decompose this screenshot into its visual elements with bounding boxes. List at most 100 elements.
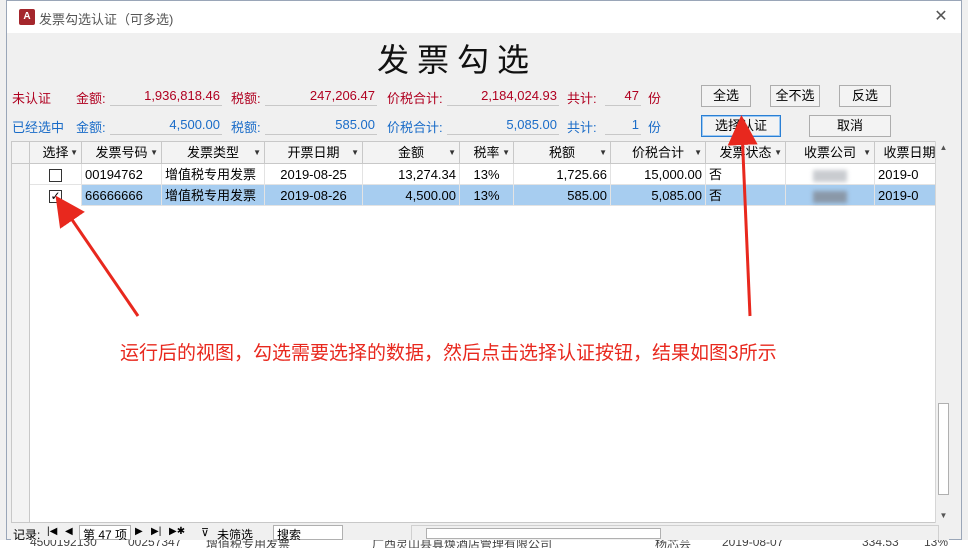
- bg-cell: 13%: [924, 540, 949, 548]
- col-number-label: 发票号码: [95, 145, 148, 160]
- dropdown-arrow-icon: ▼: [863, 148, 871, 157]
- col-status[interactable]: 发票状态 ▼: [706, 142, 786, 164]
- col-tax[interactable]: 税额 ▼: [514, 142, 611, 164]
- cell-date: 2019-08-25: [265, 164, 363, 185]
- selected-total-label: 价税合计:: [387, 120, 443, 135]
- cell-date: 2019-08-26: [265, 185, 363, 206]
- unverified-label: 未认证: [12, 91, 52, 106]
- table-row[interactable]: 00194762 增值税专用发票 2019-08-25 13,274.34 13…: [30, 164, 946, 185]
- cell-number: 00194762: [82, 164, 162, 185]
- dropdown-arrow-icon: ▼: [253, 148, 261, 157]
- unverified-amount-value: 1,936,818.46: [110, 88, 222, 106]
- col-type-label: 发票类型: [186, 145, 239, 160]
- col-select[interactable]: 选择 ▼: [30, 142, 82, 164]
- row-checkbox-unchecked[interactable]: [49, 169, 62, 183]
- col-date[interactable]: 开票日期 ▼: [265, 142, 363, 164]
- select-cell[interactable]: [30, 164, 82, 185]
- cell-rate: 13%: [460, 164, 514, 185]
- invoice-verify-window: A 发票勾选认证（可多选) ✕ 发票勾选 未认证 金额: 1,936,818.4…: [6, 0, 962, 542]
- select-cell[interactable]: ✓: [30, 185, 82, 206]
- table-row-selected[interactable]: ✓ 66666666 增值税专用发票 2019-08-26 4,500.00 1…: [30, 185, 946, 206]
- window-title: 发票勾选认证（可多选): [39, 12, 174, 27]
- col-date-label: 开票日期: [287, 145, 340, 160]
- col-rate[interactable]: 税率 ▼: [460, 142, 514, 164]
- dropdown-arrow-icon: ▼: [70, 148, 78, 157]
- col-total-label: 价税合计: [631, 145, 684, 160]
- cell-company-blurred: [786, 185, 875, 206]
- selected-unit: 份: [648, 120, 662, 135]
- next-record-icon[interactable]: ▶: [135, 526, 143, 537]
- bg-cell: 00257347: [128, 540, 182, 548]
- bg-cell: 334.53: [862, 540, 899, 548]
- bg-cell: 4500192130: [30, 540, 97, 548]
- record-selector-column[interactable]: [12, 142, 30, 522]
- selected-tax-value: 585.00: [265, 117, 377, 135]
- cell-tax: 585.00: [514, 185, 611, 206]
- cell-number: 66666666: [82, 185, 162, 206]
- col-tax-label: 税额: [548, 145, 575, 160]
- cell-type: 增值税专用发票: [162, 185, 265, 206]
- redacted-company-image: [813, 169, 847, 182]
- page-title: 发票勾选: [376, 41, 537, 79]
- invert-selection-button[interactable]: 反选: [839, 85, 891, 107]
- scroll-down-icon[interactable]: ▼: [936, 509, 951, 523]
- cell-status: 否: [706, 185, 786, 206]
- col-type[interactable]: 发票类型 ▼: [162, 142, 265, 164]
- col-number[interactable]: 发票号码 ▼: [82, 142, 162, 164]
- col-status-label: 发票状态: [719, 145, 772, 160]
- prev-record-icon[interactable]: ◀: [65, 526, 73, 537]
- horizontal-scrollbar[interactable]: [411, 525, 939, 541]
- selected-amount-value: 4,500.00: [110, 117, 222, 135]
- scroll-thumb[interactable]: [938, 403, 949, 495]
- bg-cell: 广西灵山县真焕酒店管理有限公司: [372, 540, 553, 548]
- scroll-up-icon[interactable]: ▲: [936, 141, 951, 155]
- table-header: 选择 ▼ 发票号码 ▼ 发票类型 ▼ 开票日期 ▼ 金额 ▼ 税率 ▼ 税额 ▼ 价税合计 ▼ …: [12, 142, 946, 164]
- unverified-total-value: 2,184,024.93: [447, 88, 559, 106]
- dropdown-arrow-icon: ▼: [351, 148, 359, 157]
- bg-cell: 杨芯芸: [655, 540, 692, 548]
- unverified-amount-label: 金额:: [76, 91, 106, 106]
- cell-amount: 13,274.34: [363, 164, 460, 185]
- unverified-count-value: 47: [605, 88, 641, 106]
- selected-total-value: 5,085.00: [447, 117, 559, 135]
- dropdown-arrow-icon: ▼: [599, 148, 607, 157]
- col-company-label: 收票公司: [803, 145, 856, 160]
- col-recv-date-label: 收票日期: [883, 145, 936, 160]
- title-bar: A 发票勾选认证（可多选) ✕: [7, 1, 961, 33]
- record-navigation-bar: 记录: |◀ ◀ 第 47 项 ▶ ▶| ▶✱ ⊽ 未筛选 搜索: [11, 525, 949, 542]
- header-corner[interactable]: [12, 142, 30, 164]
- verify-selection-button[interactable]: 选择认证: [701, 115, 781, 137]
- cell-rate: 13%: [460, 185, 514, 206]
- cancel-button[interactable]: 取消: [809, 115, 891, 137]
- cell-total: 5,085.00: [611, 185, 706, 206]
- row-checkbox-checked[interactable]: ✓: [49, 190, 62, 204]
- redacted-company-image: [813, 190, 847, 203]
- col-select-label: 选择: [42, 145, 69, 160]
- col-rate-label: 税率: [473, 145, 500, 160]
- cell-type: 增值税专用发票: [162, 164, 265, 185]
- access-app-icon: A: [19, 9, 35, 25]
- col-total[interactable]: 价税合计 ▼: [611, 142, 706, 164]
- cell-tax: 1,725.66: [514, 164, 611, 185]
- bg-cell: 增值税专用发票: [206, 540, 291, 548]
- filter-icon: ⊽: [201, 527, 210, 539]
- close-icon[interactable]: ✕: [929, 5, 953, 29]
- hscroll-thumb[interactable]: [426, 528, 661, 539]
- dropdown-arrow-icon: ▼: [502, 148, 510, 157]
- new-record-icon[interactable]: ▶✱: [169, 526, 185, 537]
- dropdown-arrow-icon: ▼: [694, 148, 702, 157]
- selected-label: 已经选中: [12, 120, 65, 135]
- select-all-button[interactable]: 全选: [701, 85, 751, 107]
- vertical-scrollbar[interactable]: ▲ ▼: [935, 141, 950, 523]
- cell-amount: 4,500.00: [363, 185, 460, 206]
- unverified-tax-value: 247,206.47: [265, 88, 377, 106]
- last-record-icon[interactable]: ▶|: [151, 526, 161, 537]
- selected-tax-label: 税额:: [231, 120, 261, 135]
- first-record-icon[interactable]: |◀: [47, 526, 57, 537]
- dropdown-arrow-icon: ▼: [150, 148, 158, 157]
- select-none-button[interactable]: 全不选: [770, 85, 820, 107]
- selected-count-value: 1: [605, 117, 641, 135]
- cell-company-blurred: [786, 164, 875, 185]
- col-company[interactable]: 收票公司 ▼: [786, 142, 875, 164]
- col-amount[interactable]: 金额 ▼: [363, 142, 460, 164]
